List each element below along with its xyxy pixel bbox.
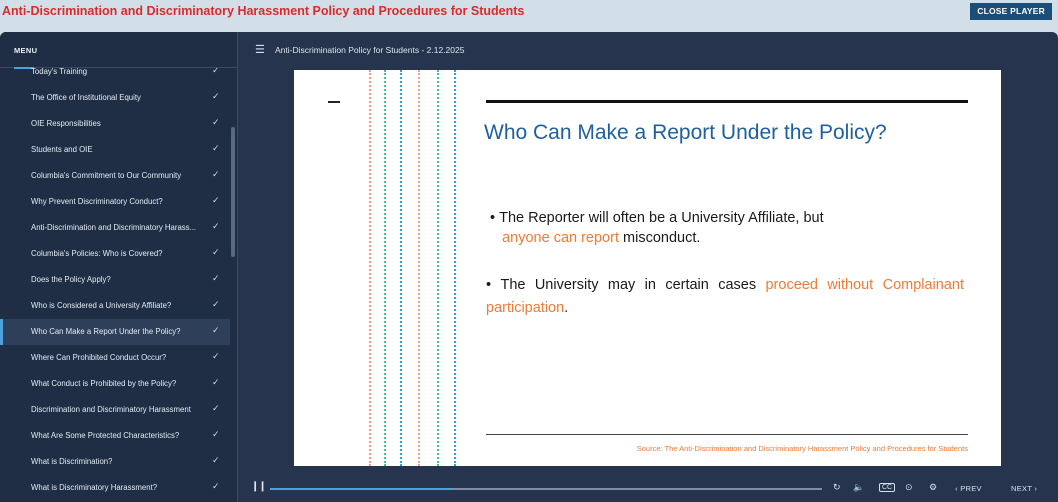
sidebar-item[interactable]: Discrimination and Discriminatory Harass… [0,397,230,423]
slide-dash-mark [328,101,340,103]
sidebar-item-label: Why Prevent Discriminatory Conduct? [31,197,163,206]
checkmark-icon: ✓ [212,273,220,283]
prev-label: PREV [960,484,982,493]
bullet-1-text: The Reporter will often be a University … [499,210,824,226]
sidebar-item-label: Does the Policy Apply? [31,275,111,284]
sidebar-item[interactable]: Why Prevent Discriminatory Conduct? ✓ [0,189,230,215]
checkmark-icon: ✓ [212,169,220,179]
slide-source: Source: The Anti-Discrimination and Disc… [636,444,968,453]
dotted-decor-line [437,70,439,466]
sidebar-item[interactable]: OIE Responsibilities ✓ [0,111,230,137]
sidebar-item-label: Who is Considered a University Affiliate… [31,301,172,310]
checkmark-icon: ✓ [212,143,220,153]
bullet-2-text: The University may in certain cases [500,277,766,293]
main-header: ☰ Anti-Discrimination Policy for Student… [239,32,1058,68]
hamburger-menu-icon[interactable]: ☰ [255,43,265,56]
sidebar-item-label: Discrimination and Discriminatory Harass… [31,405,191,414]
checkmark-icon: ✓ [212,351,220,361]
checkmark-icon: ✓ [212,325,220,335]
slide-title: Who Can Make a Report Under the Policy? [484,121,887,144]
sidebar-item[interactable]: Does the Policy Apply? ✓ [0,267,230,293]
sidebar-item-label: Anti-Discrimination and Discriminatory H… [31,223,197,232]
sidebar-item[interactable]: Students and OIE ✓ [0,137,230,163]
bullet-2-text-end: . [564,300,569,316]
dotted-decor-line [454,70,456,466]
menu-label: MENU [14,46,38,55]
sidebar-item[interactable]: Who Can Make a Report Under the Policy? ✓ [0,319,230,345]
slide-bullet-2: • The University may in certain cases pr… [486,277,964,316]
sidebar-item[interactable]: Anti-Discrimination and Discriminatory H… [0,215,230,241]
checkmark-icon: ✓ [212,481,220,491]
next-button[interactable]: NEXT › [1011,484,1037,493]
lesson-title: Anti-Discrimination Policy for Students … [275,45,465,55]
slide-top-rule [486,100,968,103]
slide-bullet-1: • The Reporter will often be a Universit… [490,210,824,246]
checkmark-icon: ✓ [212,455,220,465]
sidebar-item-label: What Are Some Protected Characteristics? [31,431,180,440]
bullet-1-text-end: misconduct. [618,230,701,246]
close-player-button[interactable]: CLOSE PLAYER [970,3,1052,20]
checkmark-icon: ✓ [212,221,220,231]
top-bar: Anti-Discrimination and Discriminatory H… [0,0,1058,24]
sidebar-item[interactable]: Columbia's Commitment to Our Community ✓ [0,163,230,189]
menu-header: MENU [0,32,238,69]
course-title: Anti-Discrimination and Discriminatory H… [2,4,525,18]
chevron-right-icon: › [1034,484,1038,493]
sidebar-item[interactable]: What is Discriminatory Harassment? ✓ [0,475,230,501]
checkmark-icon: ✓ [212,377,220,387]
captions-icon[interactable]: CC [879,483,896,492]
sidebar-item-label: OIE Responsibilities [31,119,101,128]
checkmark-icon: ✓ [212,68,220,75]
next-label: NEXT [1011,484,1033,493]
menu-list: Today's Training ✓ The Office of Instituti… [0,68,230,502]
sidebar-item-label: Today's Training [31,68,88,76]
checkmark-icon: ✓ [212,195,220,205]
checkmark-icon: ✓ [212,403,220,413]
progress-fill [270,488,453,490]
sidebar-item-label: Who Can Make a Report Under the Policy? [31,327,181,336]
checkmark-icon: ✓ [212,117,220,127]
checkmark-icon: ✓ [212,299,220,309]
player-controls: ❙❙ ↻ 🔈 CC ⊙ ⚙ ‹ PREV NEXT › [239,475,1058,502]
checkmark-icon: ✓ [212,429,220,439]
sidebar-item[interactable]: Who is Considered a University Affiliate… [0,293,230,319]
prev-button[interactable]: ‹ PREV [955,484,982,493]
dotted-decor-line [400,70,402,466]
sidebar-item[interactable]: What is Discrimination? ✓ [0,449,230,475]
player: MENU Today's Training ✓ The Office of Inst… [0,32,1058,502]
sidebar-item-label: What is Discrimination? [31,457,113,466]
sidebar-scrollbar[interactable] [231,127,235,257]
progress-track[interactable] [270,488,822,490]
sidebar-item-label: The Office of Institutional Equity [31,93,141,102]
sidebar-item-label: What is Discriminatory Harassment? [31,483,158,492]
sidebar-item[interactable]: What Are Some Protected Characteristics?… [0,423,230,449]
dotted-decor-line [418,70,420,466]
sidebar-item[interactable]: The Office of Institutional Equity ✓ [0,85,230,111]
sidebar-menu: MENU Today's Training ✓ The Office of Inst… [0,32,238,502]
slide-bottom-rule [486,434,968,435]
playback-icon[interactable]: ⊙ [905,482,913,493]
volume-icon[interactable]: 🔈 [853,482,864,493]
dotted-decor-line [384,70,386,466]
sidebar-item[interactable]: Today's Training ✓ [0,68,230,85]
sidebar-item[interactable]: Where Can Prohibited Conduct Occur? ✓ [0,345,230,371]
sidebar-item-label: Students and OIE [31,145,93,154]
checkmark-icon: ✓ [212,247,220,257]
sidebar-item[interactable]: What Conduct is Prohibited by the Policy… [0,371,230,397]
replay-icon[interactable]: ↻ [833,482,841,493]
sidebar-item-label: Where Can Prohibited Conduct Occur? [31,353,167,362]
sidebar-item-label: Columbia's Policies: Who is Covered? [31,249,163,258]
bullet-1-highlight: anyone can report [502,230,619,246]
dotted-decor-line [369,70,371,466]
settings-gear-icon[interactable]: ⚙ [929,482,937,493]
checkmark-icon: ✓ [212,91,220,101]
sidebar-item-label: What Conduct is Prohibited by the Policy… [31,379,177,388]
sidebar-item-label: Columbia's Commitment to Our Community [31,171,182,180]
sidebar-item[interactable]: Columbia's Policies: Who is Covered? ✓ [0,241,230,267]
pause-icon[interactable]: ❙❙ [251,481,267,492]
chevron-left-icon: ‹ [955,484,958,493]
slide-canvas: Who Can Make a Report Under the Policy? … [294,70,1001,466]
